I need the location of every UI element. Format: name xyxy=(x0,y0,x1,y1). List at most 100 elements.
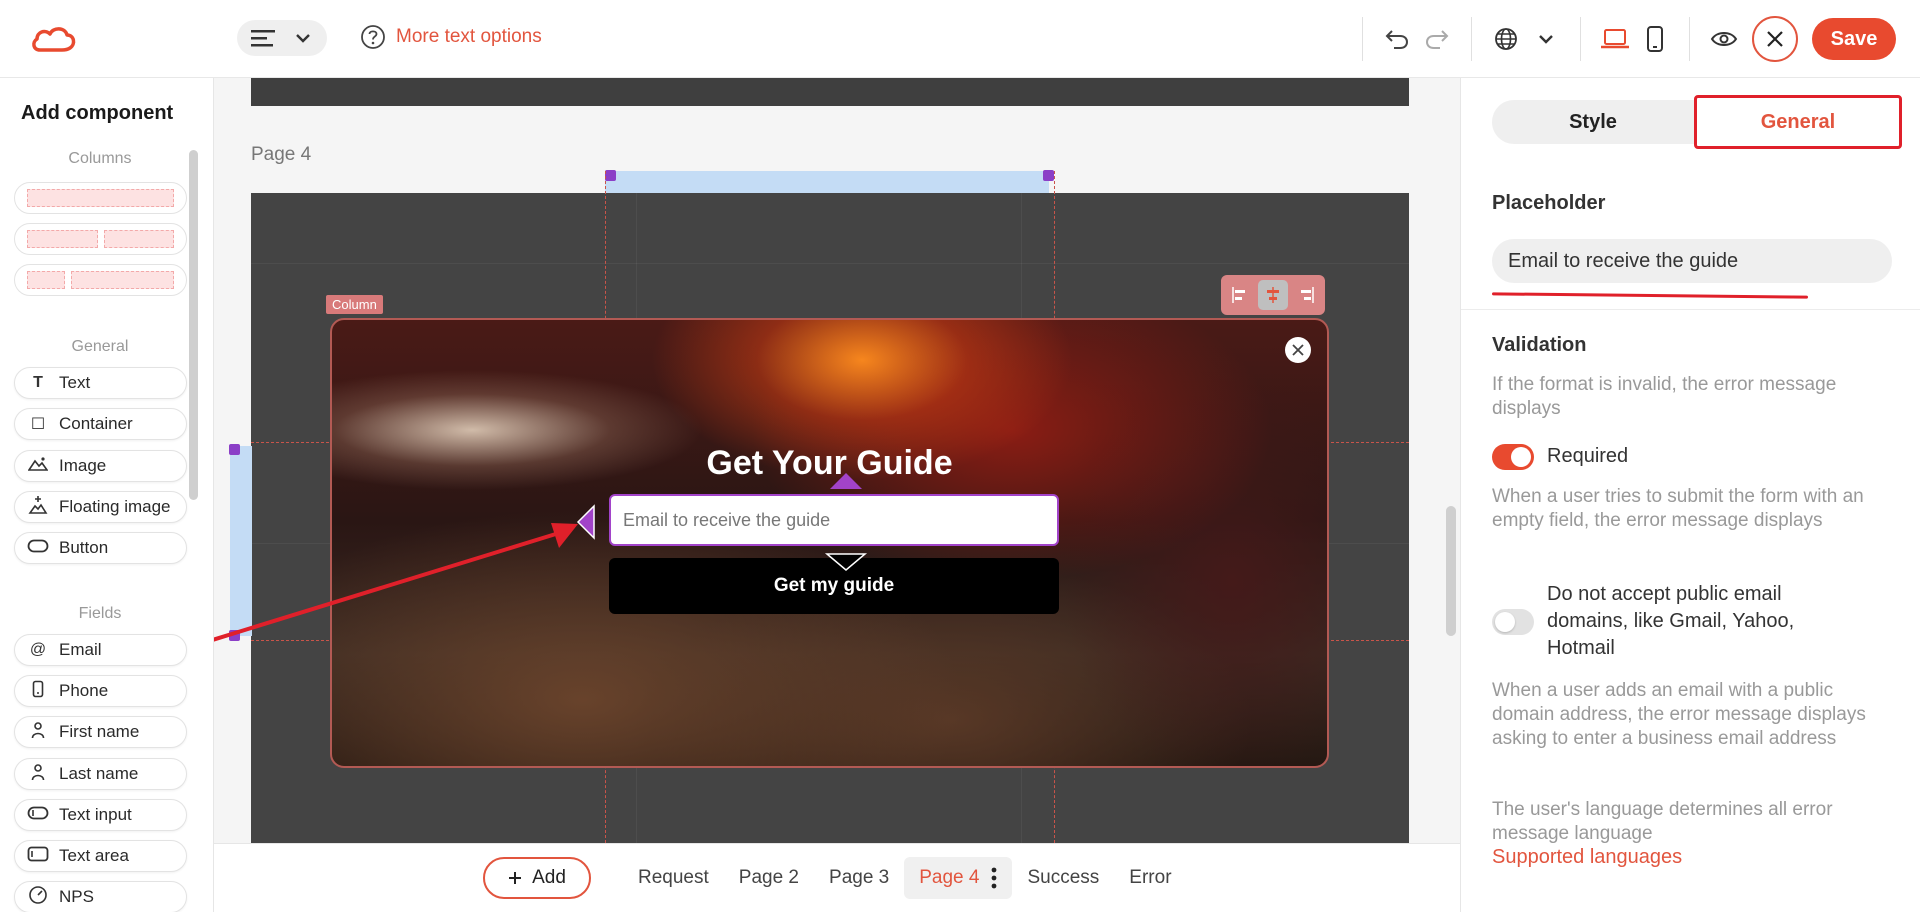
redo-button[interactable] xyxy=(1417,19,1457,59)
gauge-icon xyxy=(27,885,49,910)
editor-canvas[interactable]: Page 4 Column Get Your Guide Get my guid… xyxy=(214,78,1460,843)
sidebar-scrollbar[interactable] xyxy=(189,150,198,500)
component-phone[interactable]: Phone xyxy=(14,675,187,707)
supported-languages-link[interactable]: Supported languages xyxy=(1492,846,1682,869)
panel-tab-switcher: Style General xyxy=(1492,95,1902,149)
page-tab-request[interactable]: Request xyxy=(623,857,724,899)
eye-icon xyxy=(1710,32,1738,46)
component-nps[interactable]: NPS xyxy=(14,881,187,912)
language-description: The user's language determines all error… xyxy=(1492,799,1833,844)
padding-left-indicator[interactable] xyxy=(230,446,252,636)
component-label: Image xyxy=(59,456,107,475)
padding-top-indicator[interactable] xyxy=(605,171,1049,193)
placeholder-input[interactable] xyxy=(1492,239,1892,283)
align-center-icon xyxy=(1267,287,1279,303)
page-tab-page-4[interactable]: Page 4 xyxy=(904,857,1013,899)
page-tab-success[interactable]: Success xyxy=(1012,857,1114,899)
page-tab-error[interactable]: Error xyxy=(1114,857,1186,899)
placeholder-heading: Placeholder xyxy=(1492,192,1606,214)
text-icon: T xyxy=(33,374,43,391)
mobile-phone-icon xyxy=(1647,26,1663,52)
get-guide-button[interactable]: Get my guide xyxy=(609,558,1059,614)
tab-general[interactable]: General xyxy=(1694,95,1902,149)
column-layout-3[interactable] xyxy=(14,264,187,296)
image-icon xyxy=(27,456,49,477)
validation-description: If the format is invalid, the error mess… xyxy=(1492,374,1837,419)
text-align-dropdown[interactable] xyxy=(237,20,327,56)
component-text-input[interactable]: Text input xyxy=(14,799,187,831)
align-left-icon xyxy=(251,30,275,47)
column-cell xyxy=(27,271,66,289)
floating-image-icon xyxy=(27,495,49,520)
component-floating-image[interactable]: Floating image xyxy=(14,491,187,523)
tab-style[interactable]: Style xyxy=(1492,100,1694,144)
resize-handle[interactable] xyxy=(605,170,616,181)
resize-handle[interactable] xyxy=(229,630,240,641)
component-label: Text xyxy=(59,373,91,392)
component-label: NPS xyxy=(59,887,94,906)
page-tabs-bar: Add Request Page 2 Page 3 Page 4 Success… xyxy=(214,843,1460,912)
save-button[interactable]: Save xyxy=(1812,18,1896,60)
component-label: Text area xyxy=(59,846,129,865)
preview-button[interactable] xyxy=(1704,19,1744,59)
square-icon: ☐ xyxy=(30,416,46,433)
language-button[interactable] xyxy=(1486,19,1526,59)
undo-button[interactable] xyxy=(1377,19,1417,59)
required-description: When a user tries to submit the form wit… xyxy=(1492,486,1864,531)
component-label: Text input xyxy=(59,805,132,824)
chevron-down-icon xyxy=(1539,35,1553,44)
desktop-view-button[interactable] xyxy=(1595,19,1635,59)
column-cell xyxy=(103,230,174,248)
more-vertical-icon[interactable] xyxy=(991,867,997,889)
page-tab-label: Page 4 xyxy=(919,867,980,888)
popup-close-button[interactable] xyxy=(1285,337,1311,363)
public-domains-toggle[interactable] xyxy=(1492,609,1534,635)
component-text[interactable]: T Text xyxy=(14,367,187,399)
text-input-icon xyxy=(27,806,49,825)
component-email[interactable]: @ Email xyxy=(14,634,187,666)
page-tab-page-3[interactable]: Page 3 xyxy=(814,857,904,899)
page-tab-page-2[interactable]: Page 2 xyxy=(724,857,814,899)
close-icon xyxy=(1292,344,1304,356)
align-left-button[interactable] xyxy=(1226,280,1256,310)
component-button[interactable]: Button xyxy=(14,532,187,564)
component-sidebar: Add component Columns General T Text ☐ C… xyxy=(0,78,214,912)
component-container[interactable]: ☐ Container xyxy=(14,408,187,440)
chevron-down-icon xyxy=(296,34,310,43)
toolbar-divider xyxy=(1362,17,1363,61)
sidebar-title: Add component xyxy=(21,102,174,124)
text-area-icon xyxy=(27,846,49,867)
column-layout-2[interactable] xyxy=(14,223,187,255)
align-right-button[interactable] xyxy=(1290,280,1320,310)
popup-preview[interactable]: Get Your Guide Get my guide xyxy=(330,318,1329,768)
component-label: Email xyxy=(59,640,102,659)
brand-logo-icon[interactable] xyxy=(30,24,76,54)
column-cell xyxy=(27,230,98,248)
toggle-knob xyxy=(1495,612,1515,632)
language-dropdown-toggle[interactable] xyxy=(1526,19,1566,59)
align-center-button[interactable] xyxy=(1258,280,1288,310)
close-editor-button[interactable] xyxy=(1752,16,1798,62)
email-field[interactable] xyxy=(609,494,1059,546)
page-label: Page 4 xyxy=(251,144,312,165)
column-cell xyxy=(27,189,174,207)
panel-divider xyxy=(1461,309,1920,310)
required-toggle[interactable] xyxy=(1492,444,1534,470)
component-first-name[interactable]: First name xyxy=(14,716,187,748)
mobile-view-button[interactable] xyxy=(1635,19,1675,59)
column-layout-1[interactable] xyxy=(14,182,187,214)
popup-title[interactable]: Get Your Guide xyxy=(332,444,1327,483)
component-label: First name xyxy=(59,722,140,741)
component-text-area[interactable]: Text area xyxy=(14,840,187,872)
canvas-scrollbar[interactable] xyxy=(1446,506,1456,636)
at-icon: @ xyxy=(29,641,47,658)
more-text-options-link[interactable]: More text options xyxy=(360,24,542,50)
resize-handle[interactable] xyxy=(229,444,240,455)
component-image[interactable]: Image xyxy=(14,450,187,482)
annotation-underline xyxy=(1491,292,1809,299)
resize-handle[interactable] xyxy=(1043,170,1054,181)
more-text-options-label: More text options xyxy=(396,26,542,47)
component-last-name[interactable]: Last name xyxy=(14,758,187,790)
add-page-button[interactable]: Add xyxy=(483,857,591,899)
column-tag[interactable]: Column xyxy=(326,295,383,314)
